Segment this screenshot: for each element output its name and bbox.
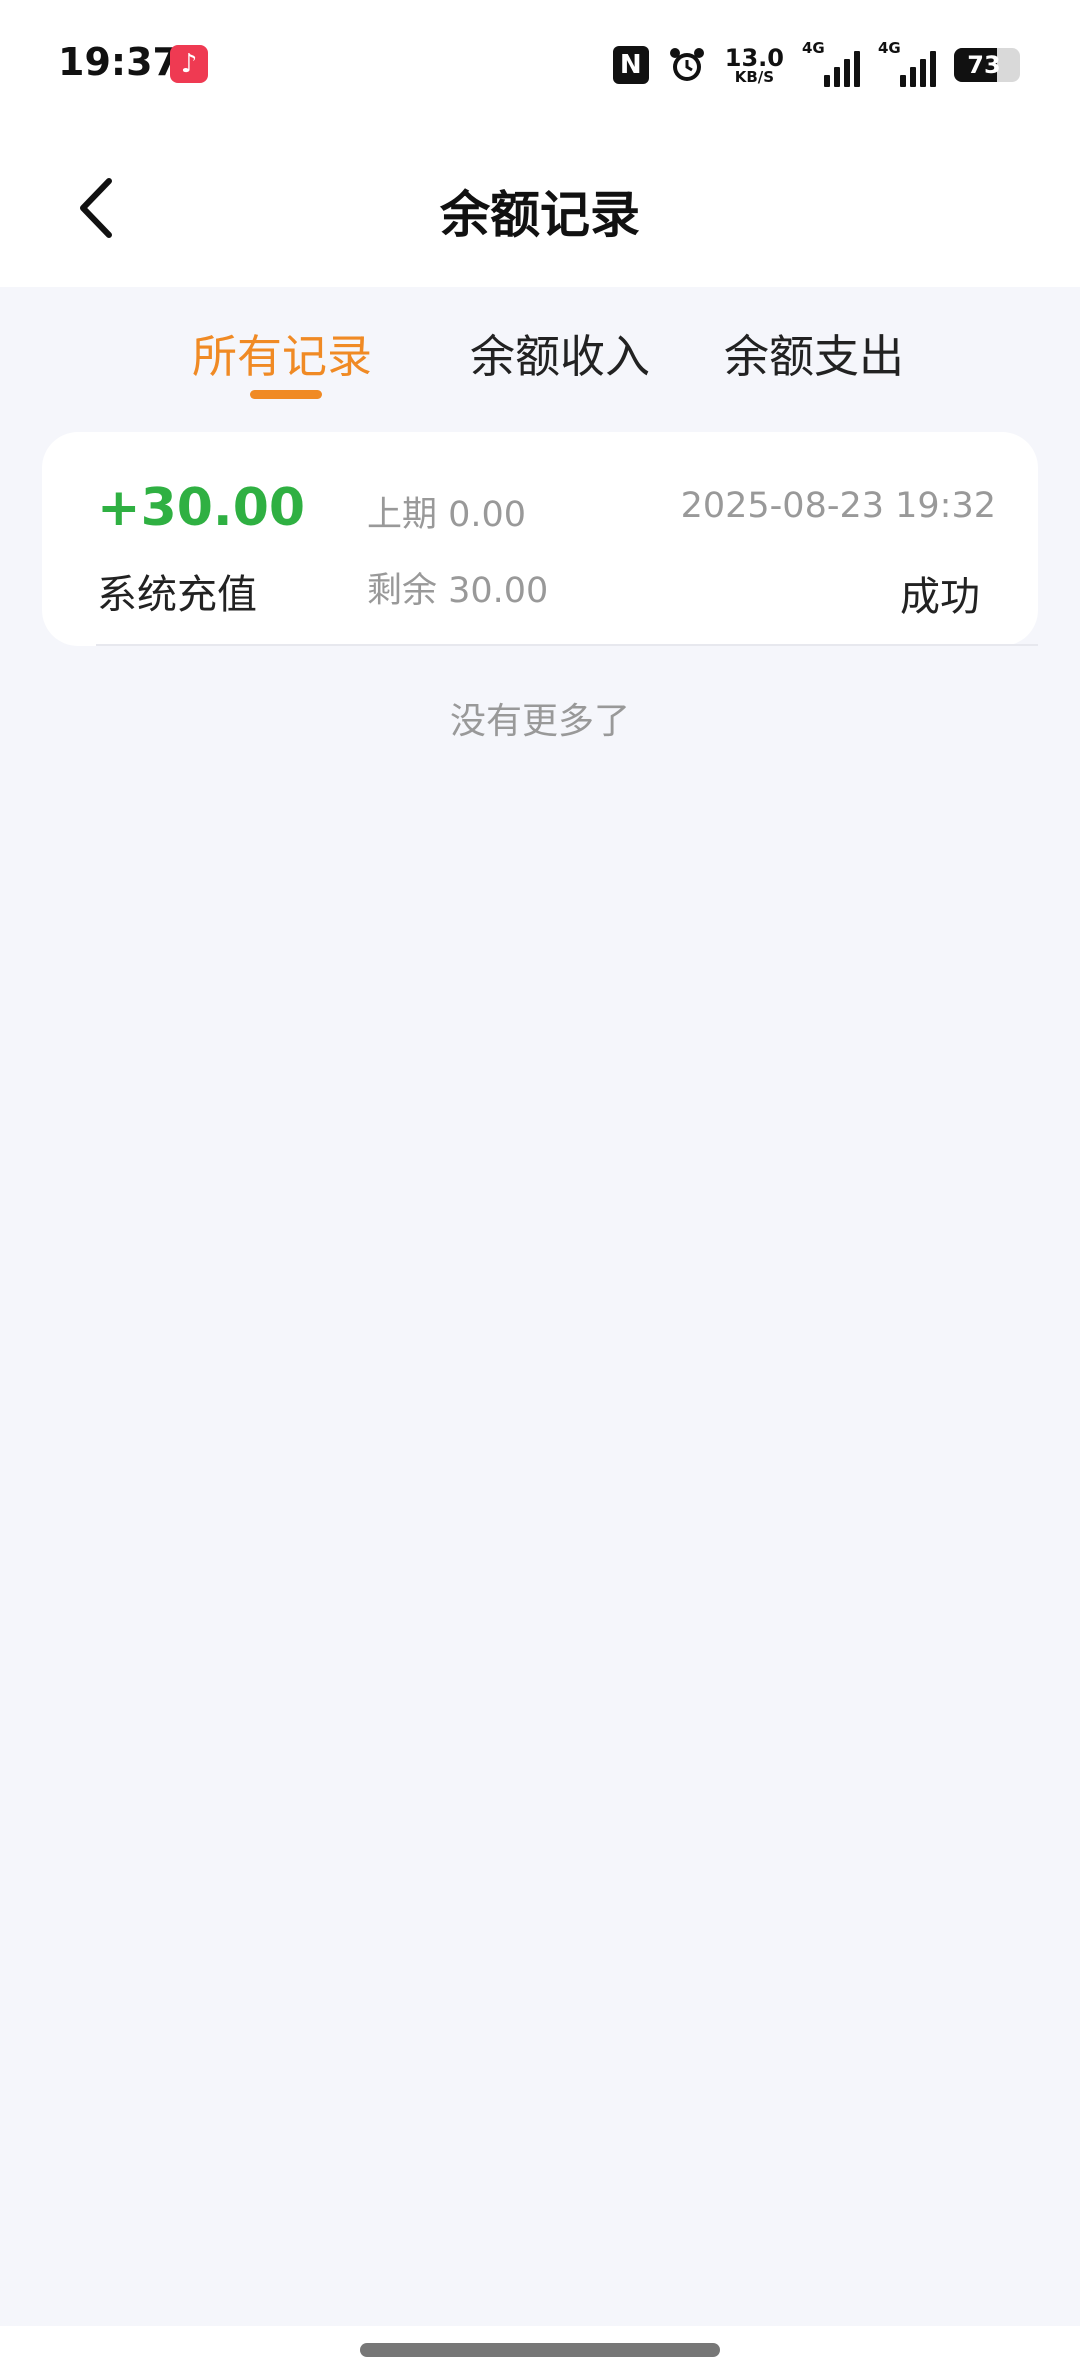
- page-title: 余额记录: [440, 186, 640, 244]
- network-speed-value: 13.0: [724, 43, 784, 72]
- tab-income[interactable]: 余额收入: [470, 320, 650, 385]
- divider: [96, 644, 1038, 646]
- status-time: 19:37: [58, 40, 179, 84]
- battery-icon: 73: [954, 48, 1020, 82]
- record-status: 成功: [900, 574, 980, 620]
- music-note-icon: ♪: [170, 45, 208, 83]
- network-speed: 13.0 KB/S: [725, 46, 784, 85]
- record-amount: +30.00: [97, 478, 306, 538]
- signal-icon: 4G: [878, 39, 936, 87]
- active-tab-indicator: [250, 390, 322, 399]
- alarm-icon: [667, 45, 707, 85]
- network-speed-unit: KB/S: [734, 67, 775, 86]
- record-type: 系统充值: [97, 572, 257, 618]
- tab-expense[interactable]: 余额支出: [724, 320, 904, 385]
- nfc-icon: N: [612, 46, 649, 84]
- signal-label: 4G: [878, 39, 901, 57]
- no-more-text: 没有更多了: [449, 701, 630, 742]
- record-remaining-balance: 剩余 30.00: [367, 571, 549, 611]
- record-previous-balance: 上期 0.00: [367, 495, 527, 535]
- status-icons: N 13.0 KB/S 4G 4G 73: [612, 39, 1020, 90]
- tab-bar: 所有记录 余额收入 余额支出: [0, 290, 1080, 410]
- list-item[interactable]: +30.00 系统充值 上期 0.00 剩余 30.00 2025-08-23 …: [42, 432, 1038, 646]
- status-bar: 19:37 ♪ N 13.0 KB/S 4G 4G 73: [0, 0, 1080, 130]
- battery-level: 73: [967, 51, 1001, 79]
- signal-icon: 4G: [802, 39, 860, 87]
- home-indicator[interactable]: [360, 2343, 720, 2357]
- nav-bar: 余额记录: [0, 130, 1080, 287]
- record-datetime: 2025-08-23 19:32: [680, 486, 996, 526]
- signal-label: 4G: [802, 39, 825, 57]
- tab-all-records[interactable]: 所有记录: [192, 320, 372, 385]
- home-bar: [0, 2326, 1080, 2376]
